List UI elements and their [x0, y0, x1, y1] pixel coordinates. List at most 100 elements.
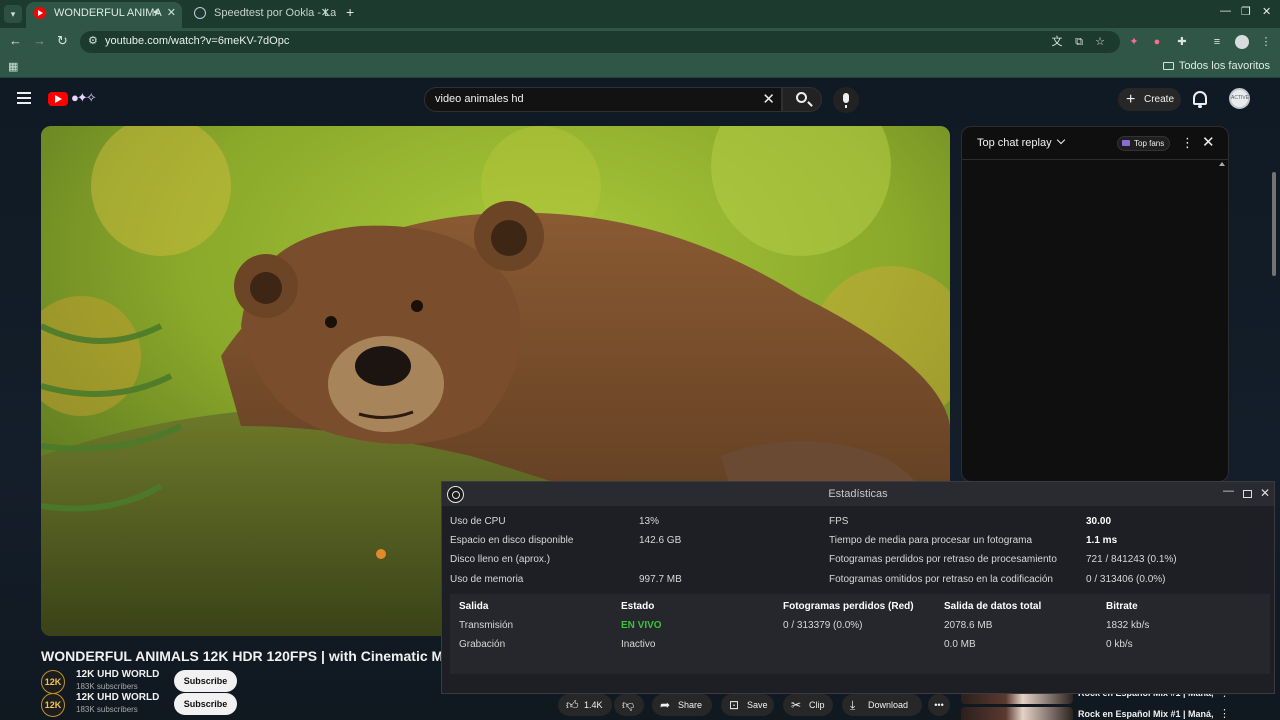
stat-label: Uso de CPU: [450, 516, 506, 527]
table-cell: Grabación: [459, 639, 506, 650]
browser-menu-icon[interactable]: ⋮: [1259, 35, 1273, 49]
stat-label: Fotogramas perdidos por retraso de proce…: [829, 554, 1057, 565]
search-input[interactable]: video animales hd ✕: [424, 87, 782, 112]
extension-red-icon[interactable]: ✦: [1127, 35, 1141, 49]
cast-icon[interactable]: ⧉: [1072, 35, 1086, 49]
tab-close-icon[interactable]: ✕: [167, 2, 176, 24]
folder-icon: [1162, 62, 1174, 70]
bookmarks-folder-label: Todos los favoritos: [1178, 60, 1270, 72]
tab-search-button[interactable]: ▾: [4, 5, 22, 23]
tab-youtube[interactable]: WONDERFUL ANIMA 🔊︎ ✕: [26, 2, 182, 28]
search-icon: [796, 92, 807, 103]
save-label: Save: [747, 700, 768, 710]
stat-value: 997.7 MB: [639, 574, 682, 585]
search-button[interactable]: [782, 87, 822, 112]
forward-arrow-icon[interactable]: →: [33, 33, 46, 48]
more-actions-button[interactable]: •••: [928, 694, 950, 716]
chat-more-icon[interactable]: ⋮: [1181, 135, 1194, 151]
account-avatar[interactable]: ACTIVE: [1229, 88, 1250, 109]
stat-value: 0 / 313406 (0.0%): [1086, 574, 1166, 585]
like-count: 1.4K: [584, 700, 603, 710]
address-bar[interactable]: ⚙︎ youtube.com/watch?v=6meKV-7dOpc: [80, 31, 1120, 53]
live-status: EN VIVO: [621, 620, 662, 631]
voice-search-button[interactable]: [833, 87, 859, 113]
clear-search-icon[interactable]: ✕: [762, 90, 775, 108]
extension-pink-icon[interactable]: ●: [1150, 35, 1164, 49]
like-button[interactable]: 👍︎ 1.4K: [558, 694, 612, 716]
youtube-doodle-icon[interactable]: ●✦✧: [71, 90, 97, 106]
table-cell: Inactivo: [621, 639, 656, 650]
chat-close-icon[interactable]: ✕: [1202, 133, 1215, 151]
top-fans-badge[interactable]: Top fans: [1117, 136, 1171, 151]
chat-mode-dropdown[interactable]: Top chat replay: [977, 135, 1065, 149]
media-control-icon[interactable]: ≡: [1210, 35, 1224, 49]
notifications-bell-icon[interactable]: [1193, 91, 1207, 108]
obs-outputs-table: Salida Estado Fotogramas perdidos (Red) …: [450, 594, 1270, 674]
extensions-puzzle-icon[interactable]: ✚: [1175, 35, 1189, 49]
tab-close-icon[interactable]: ✕: [321, 2, 330, 24]
bookmark-star-icon[interactable]: ☆: [1093, 35, 1107, 49]
browser-toolbar: ← → ↻ ⚙︎ youtube.com/watch?v=6meKV-7dOpc…: [0, 28, 1280, 56]
stat-label: Tiempo de media para procesar un fotogra…: [829, 535, 1033, 546]
bookmark-icon: ⊡: [729, 698, 740, 712]
table-cell: 0 / 313379 (0.0%): [783, 620, 863, 631]
bookmarks-bar: ▦ Todos los favoritos: [0, 56, 1280, 78]
table-header: Salida: [459, 601, 489, 612]
channel-name[interactable]: 12K UHD WORLD: [76, 692, 159, 703]
chat-replay-panel: Top chat replay Top fans ⋮ ✕: [961, 126, 1229, 482]
table-header: Bitrate: [1106, 601, 1138, 612]
window-close-icon[interactable]: ✕: [1262, 5, 1271, 18]
new-tab-plus-icon[interactable]: +: [346, 4, 354, 20]
clip-button[interactable]: ✂ Clip: [783, 694, 833, 716]
page-scrollbar[interactable]: [1272, 172, 1276, 276]
subscribe-button[interactable]: Subscribe: [174, 693, 237, 715]
search-query[interactable]: video animales hd: [435, 93, 524, 105]
youtube-logo-icon[interactable]: [48, 92, 68, 106]
thumbs-down-icon: 👎︎: [622, 698, 635, 712]
obs-maximize-icon[interactable]: [1243, 490, 1252, 498]
obs-titlebar[interactable]: Estadísticas — ✕: [442, 482, 1274, 506]
window-minimize-icon[interactable]: —: [1220, 5, 1231, 17]
download-label: Download: [868, 700, 909, 710]
menu-hamburger-icon[interactable]: [17, 92, 31, 107]
subscriber-count: 183K subscribers: [76, 705, 138, 714]
save-button[interactable]: ⊡ Save: [721, 694, 774, 716]
back-arrow-icon[interactable]: ←: [9, 33, 22, 48]
plus-icon: +: [1126, 91, 1136, 108]
scissors-icon: ✂: [791, 698, 802, 712]
channel-name[interactable]: 12K UHD WORLD: [76, 669, 159, 680]
stat-label: Uso de memoria: [450, 574, 524, 585]
chat-title: Top chat replay: [977, 137, 1052, 149]
all-bookmarks-folder[interactable]: Todos los favoritos: [1162, 60, 1270, 72]
stat-value: 13%: [639, 516, 660, 527]
channel-avatar[interactable]: 12K: [41, 670, 65, 694]
translate-icon[interactable]: 文: [1050, 35, 1064, 49]
chat-scroll-up-icon[interactable]: [1219, 162, 1225, 166]
channel-avatar[interactable]: 12K: [41, 693, 65, 717]
ookla-favicon-icon: [194, 7, 206, 19]
window-restore-icon[interactable]: ❐: [1241, 5, 1251, 18]
youtube-favicon-icon: [34, 7, 46, 19]
profile-avatar[interactable]: [1235, 35, 1249, 49]
recommendation-more-icon[interactable]: ⋮: [1219, 707, 1230, 720]
stat-value: 1.1 ms: [1086, 535, 1118, 546]
apps-grid-icon[interactable]: ▦: [8, 60, 18, 73]
site-info-icon[interactable]: ⚙︎: [88, 34, 98, 47]
create-button[interactable]: + Create: [1118, 88, 1181, 111]
subscribe-button[interactable]: Subscribe: [174, 670, 237, 692]
recommendation-title[interactable]: Rock en Español Mix #1 | Maná,: [1078, 709, 1214, 719]
share-button[interactable]: ➦ Share: [652, 694, 712, 716]
stat-label: Disco lleno en (aprox.): [450, 554, 551, 565]
recommendation-thumbnail[interactable]: [961, 707, 1073, 720]
speaker-icon[interactable]: 🔊︎: [154, 2, 160, 24]
obs-close-icon[interactable]: ✕: [1260, 486, 1270, 500]
obs-minimize-icon[interactable]: —: [1223, 485, 1234, 497]
url-text[interactable]: youtube.com/watch?v=6meKV-7dOpc: [105, 35, 289, 47]
dislike-button[interactable]: 👎︎: [614, 694, 644, 716]
reload-icon[interactable]: ↻: [57, 33, 68, 49]
download-button[interactable]: ⤓ Download: [842, 694, 922, 716]
table-cell: 0.0 MB: [944, 639, 976, 650]
video-title: WONDERFUL ANIMALS 12K HDR 120FPS | with …: [41, 648, 441, 664]
tab-speedtest[interactable]: Speedtest por Ookla - La ✕: [186, 2, 336, 28]
table-cell: 2078.6 MB: [944, 620, 993, 631]
